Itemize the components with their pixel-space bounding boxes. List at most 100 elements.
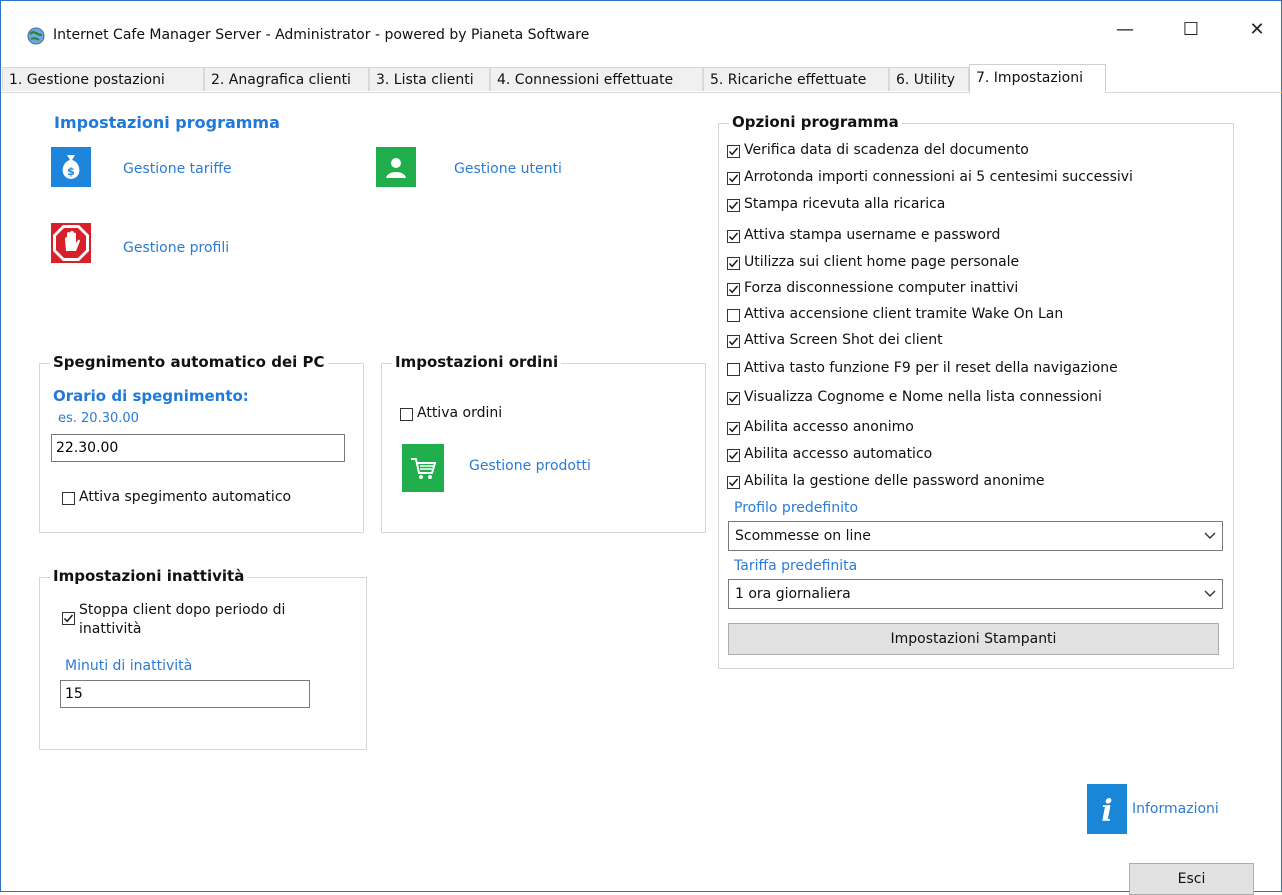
option-checkbox[interactable]: Utilizza sui client home page personale bbox=[727, 254, 1019, 270]
option-label: Abilita la gestione delle password anoni… bbox=[744, 473, 1045, 489]
option-checkbox[interactable]: Attiva accensione client tramite Wake On… bbox=[727, 306, 1063, 322]
user-icon[interactable] bbox=[376, 147, 416, 187]
checkbox-box bbox=[727, 309, 740, 322]
option-label: Stampa ricevuta alla ricarica bbox=[744, 196, 946, 212]
checkbox-box bbox=[727, 172, 740, 185]
shutdown-group-title: Spegnimento automatico dei PC bbox=[50, 353, 328, 371]
checkmark-icon bbox=[728, 174, 739, 183]
shutdown-time-input[interactable]: 22.30.00 bbox=[51, 434, 345, 462]
profile-select-value: Scommesse on line bbox=[735, 528, 871, 544]
tab-connessioni-effettuate[interactable]: 4. Connessioni effettuate bbox=[490, 67, 703, 91]
option-checkbox[interactable]: Attiva Screen Shot dei client bbox=[727, 332, 943, 348]
svg-text:i: i bbox=[1101, 794, 1112, 827]
chevron-down-icon bbox=[1204, 580, 1216, 618]
enable-orders-label: Attiva ordini bbox=[417, 405, 503, 421]
option-label: Abilita accesso anonimo bbox=[744, 419, 914, 435]
shopping-cart-icon[interactable] bbox=[402, 444, 444, 492]
svg-text:$: $ bbox=[67, 165, 75, 178]
option-checkbox[interactable]: Attiva stampa username e password bbox=[727, 227, 1000, 243]
option-label: Forza disconnessione computer inattivi bbox=[744, 280, 1019, 296]
checkmark-icon bbox=[728, 232, 739, 241]
checkbox-box bbox=[727, 363, 740, 376]
printer-settings-button[interactable]: Impostazioni Stampanti bbox=[728, 623, 1219, 655]
checkbox-box bbox=[62, 492, 75, 505]
checkmark-icon bbox=[728, 147, 739, 156]
minutes-input[interactable]: 15 bbox=[60, 680, 310, 708]
checkbox-box bbox=[727, 257, 740, 270]
option-checkbox[interactable]: Stampa ricevuta alla ricarica bbox=[727, 196, 945, 212]
option-checkbox[interactable]: Visualizza Cognome e Nome nella lista co… bbox=[727, 389, 1102, 405]
gestione-tariffe-link[interactable]: Gestione tariffe bbox=[123, 161, 232, 177]
checkmark-icon bbox=[728, 259, 739, 268]
option-checkbox[interactable]: Verifica data di scadenza del documento bbox=[727, 142, 1029, 158]
minimize-button[interactable]: — bbox=[1105, 15, 1145, 43]
option-label: Verifica data di scadenza del documento bbox=[744, 142, 1029, 158]
checkmark-icon bbox=[728, 478, 739, 487]
tariff-select-value: 1 ora giornaliera bbox=[735, 586, 851, 602]
tab-anagrafica-clienti[interactable]: 2. Anagrafica clienti bbox=[204, 67, 369, 91]
option-checkbox[interactable]: Abilita accesso automatico bbox=[727, 446, 932, 462]
auto-shutdown-checkbox[interactable]: Attiva spegimento automatico bbox=[62, 489, 291, 505]
tariff-select[interactable]: 1 ora giornaliera bbox=[728, 579, 1223, 609]
stop-client-label: Stoppa client dopo periodo di inattività bbox=[79, 601, 285, 639]
gestione-utenti-link[interactable]: Gestione utenti bbox=[454, 161, 562, 177]
inactivity-group-title: Impostazioni inattività bbox=[50, 567, 248, 585]
profile-select[interactable]: Scommesse on line bbox=[728, 521, 1223, 551]
shutdown-example-text: es. 20.30.00 bbox=[58, 411, 139, 426]
option-checkbox[interactable]: Forza disconnessione computer inattivi bbox=[727, 280, 1018, 296]
app-window: Internet Cafe Manager Server - Administr… bbox=[0, 0, 1282, 895]
tab-lista-clienti[interactable]: 3. Lista clienti bbox=[369, 67, 490, 91]
auto-shutdown-label: Attiva spegimento automatico bbox=[79, 489, 292, 505]
option-checkbox[interactable]: Attiva tasto funzione F9 per il reset de… bbox=[727, 360, 1118, 376]
stop-client-checkbox[interactable]: Stoppa client dopo periodo di inattività bbox=[62, 601, 285, 639]
exit-button[interactable]: Esci bbox=[1129, 863, 1254, 895]
tab-utility[interactable]: 6. Utility bbox=[889, 67, 969, 91]
option-label: Visualizza Cognome e Nome nella lista co… bbox=[744, 389, 1102, 405]
shutdown-time-label: Orario di spegnimento: bbox=[53, 387, 249, 405]
informazioni-link[interactable]: Informazioni bbox=[1132, 801, 1219, 817]
checkmark-icon bbox=[728, 337, 739, 346]
option-checkbox[interactable]: Abilita accesso anonimo bbox=[727, 419, 914, 435]
maximize-icon: ☐ bbox=[1182, 18, 1200, 40]
profile-label: Profilo predefinito bbox=[734, 500, 859, 516]
checkbox-box bbox=[727, 335, 740, 348]
checkmark-icon bbox=[728, 394, 739, 403]
stop-hand-icon[interactable] bbox=[51, 223, 91, 263]
checkbox-box bbox=[727, 422, 740, 435]
checkmark-icon bbox=[728, 451, 739, 460]
app-globe-icon bbox=[27, 27, 45, 49]
tab-ricariche-effettuate[interactable]: 5. Ricariche effettuate bbox=[703, 67, 889, 91]
gestione-profili-link[interactable]: Gestione profili bbox=[123, 240, 229, 256]
close-button[interactable]: ✕ bbox=[1237, 15, 1277, 43]
stop-client-line2: inattività bbox=[79, 621, 142, 637]
close-icon: ✕ bbox=[1249, 18, 1265, 40]
option-checkbox[interactable]: Abilita la gestione delle password anoni… bbox=[727, 473, 1045, 489]
tab-impostazioni[interactable]: 7. Impostazioni bbox=[969, 64, 1106, 93]
chevron-down-icon bbox=[1204, 522, 1216, 560]
enable-orders-checkbox[interactable]: Attiva ordini bbox=[400, 405, 502, 421]
checkmark-icon bbox=[728, 285, 739, 294]
program-settings-title: Impostazioni programma bbox=[54, 113, 280, 132]
checkmark-icon bbox=[728, 201, 739, 210]
window-title: Internet Cafe Manager Server - Administr… bbox=[53, 27, 590, 43]
checkbox-box bbox=[400, 408, 413, 421]
tab-gestione-postazioni[interactable]: 1. Gestione postazioni bbox=[2, 67, 204, 91]
money-bag-icon[interactable]: $ bbox=[51, 147, 91, 187]
checkbox-box bbox=[727, 449, 740, 462]
minimize-icon: — bbox=[1116, 18, 1134, 40]
stop-client-line1: Stoppa client dopo periodo di bbox=[79, 602, 286, 618]
maximize-button[interactable]: ☐ bbox=[1171, 15, 1211, 43]
gestione-prodotti-link[interactable]: Gestione prodotti bbox=[469, 458, 591, 474]
checkbox-box bbox=[727, 476, 740, 489]
tariff-label: Tariffa predefinita bbox=[734, 558, 858, 574]
option-label: Arrotonda importi connessioni ai 5 cente… bbox=[744, 169, 1133, 185]
info-icon[interactable]: i bbox=[1087, 784, 1127, 834]
option-label: Abilita accesso automatico bbox=[744, 446, 933, 462]
option-checkbox[interactable]: Arrotonda importi connessioni ai 5 cente… bbox=[727, 169, 1133, 185]
options-group-title: Opzioni programma bbox=[729, 113, 902, 131]
checkbox-box bbox=[62, 612, 75, 625]
checkbox-box bbox=[727, 230, 740, 243]
option-label: Attiva Screen Shot dei client bbox=[744, 332, 943, 348]
checkbox-box bbox=[727, 199, 740, 212]
checkbox-box bbox=[727, 283, 740, 296]
